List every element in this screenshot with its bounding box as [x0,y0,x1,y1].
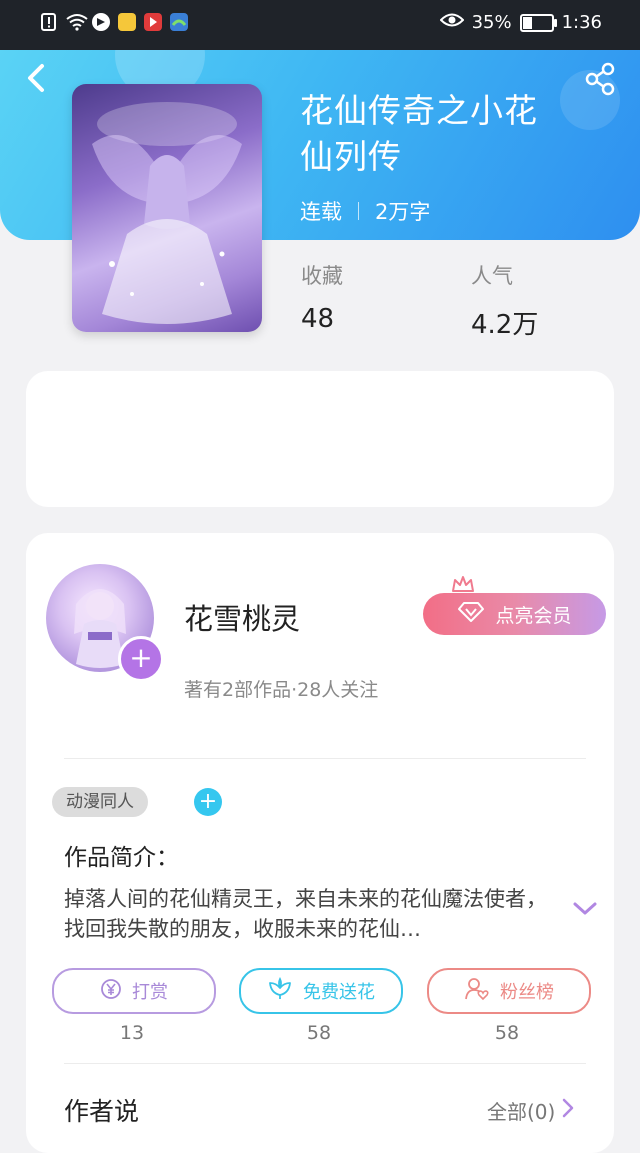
author-says-all-link[interactable]: 全部(0) [487,1096,575,1125]
yen-icon [100,978,122,1005]
diamond-icon [457,601,485,628]
fan-count: 58 [494,1022,520,1044]
book-status: 连载 [300,200,342,224]
send-flower-label: 免费送花 [303,982,375,1003]
chevron-down-icon[interactable] [572,900,598,918]
author-says-title: 作者说 [64,1097,140,1126]
user-heart-icon [464,977,490,1006]
battery-percent: 35% [471,12,512,33]
follow-author-button[interactable]: + [118,636,164,682]
eye-icon [439,12,464,33]
fan-ranking-button[interactable]: 粉丝榜 [427,968,591,1014]
sim-alert-icon [40,13,58,31]
tip-button[interactable]: 打赏 [52,968,216,1014]
book-meta: 连载 2万字 [300,196,430,226]
clock: 1:36 [561,12,602,33]
book-cover-image[interactable] [72,84,262,332]
back-icon[interactable] [22,60,52,96]
status-bar: 35% 1:36 [0,0,640,50]
app-notify-icon-1 [92,13,110,31]
vip-button-label: 点亮会员 [495,604,572,627]
all-link-label: 全部(0) [487,1100,556,1124]
activate-vip-button[interactable]: 点亮会员 [423,593,606,635]
book-word-count: 2万字 [375,200,431,224]
intro-text: 掉落人间的花仙精灵王，来自未来的花仙魔法使者，找回我失散的朋友，收服未来的花仙… [64,887,547,941]
stat-label: 人气 [471,264,513,288]
fan-ranking-label: 粉丝榜 [500,982,554,1003]
tip-label: 打赏 [132,982,168,1003]
author-name[interactable]: 花雪桃灵 [184,596,300,638]
divider [64,1063,586,1064]
author-subtitle: 著有2部作品·28人关注 [184,679,379,701]
app-notify-icon-3 [144,13,162,31]
send-flower-button[interactable]: 免费送花 [239,968,403,1014]
stat-popularity: 人气 4.2万 [471,260,538,341]
book-title: 花仙传奇之小花 仙列传 [300,88,600,180]
stat-value: 48 [301,304,335,334]
flower-count: 58 [306,1022,332,1044]
stat-label: 收藏 [301,264,343,288]
add-tag-button[interactable]: + [194,788,222,816]
empty-card [26,371,614,507]
crown-icon [451,574,475,594]
book-title-line1: 花仙传奇之小花 [300,91,538,130]
book-title-line2: 仙列传 [300,137,402,176]
chevron-right-icon [561,1097,575,1124]
stat-value: 4.2万 [471,310,539,340]
battery-icon [519,13,557,32]
wifi-icon [66,13,88,31]
divider [64,758,586,759]
stat-favorites: 收藏 48 [301,260,343,334]
flower-icon [267,976,293,1006]
tip-count: 13 [119,1022,145,1044]
genre-tag[interactable]: 动漫同人 [52,787,148,817]
app-notify-icon-4 [170,13,188,31]
app-notify-icon-2 [118,13,136,31]
intro-title: 作品简介： [64,845,179,871]
